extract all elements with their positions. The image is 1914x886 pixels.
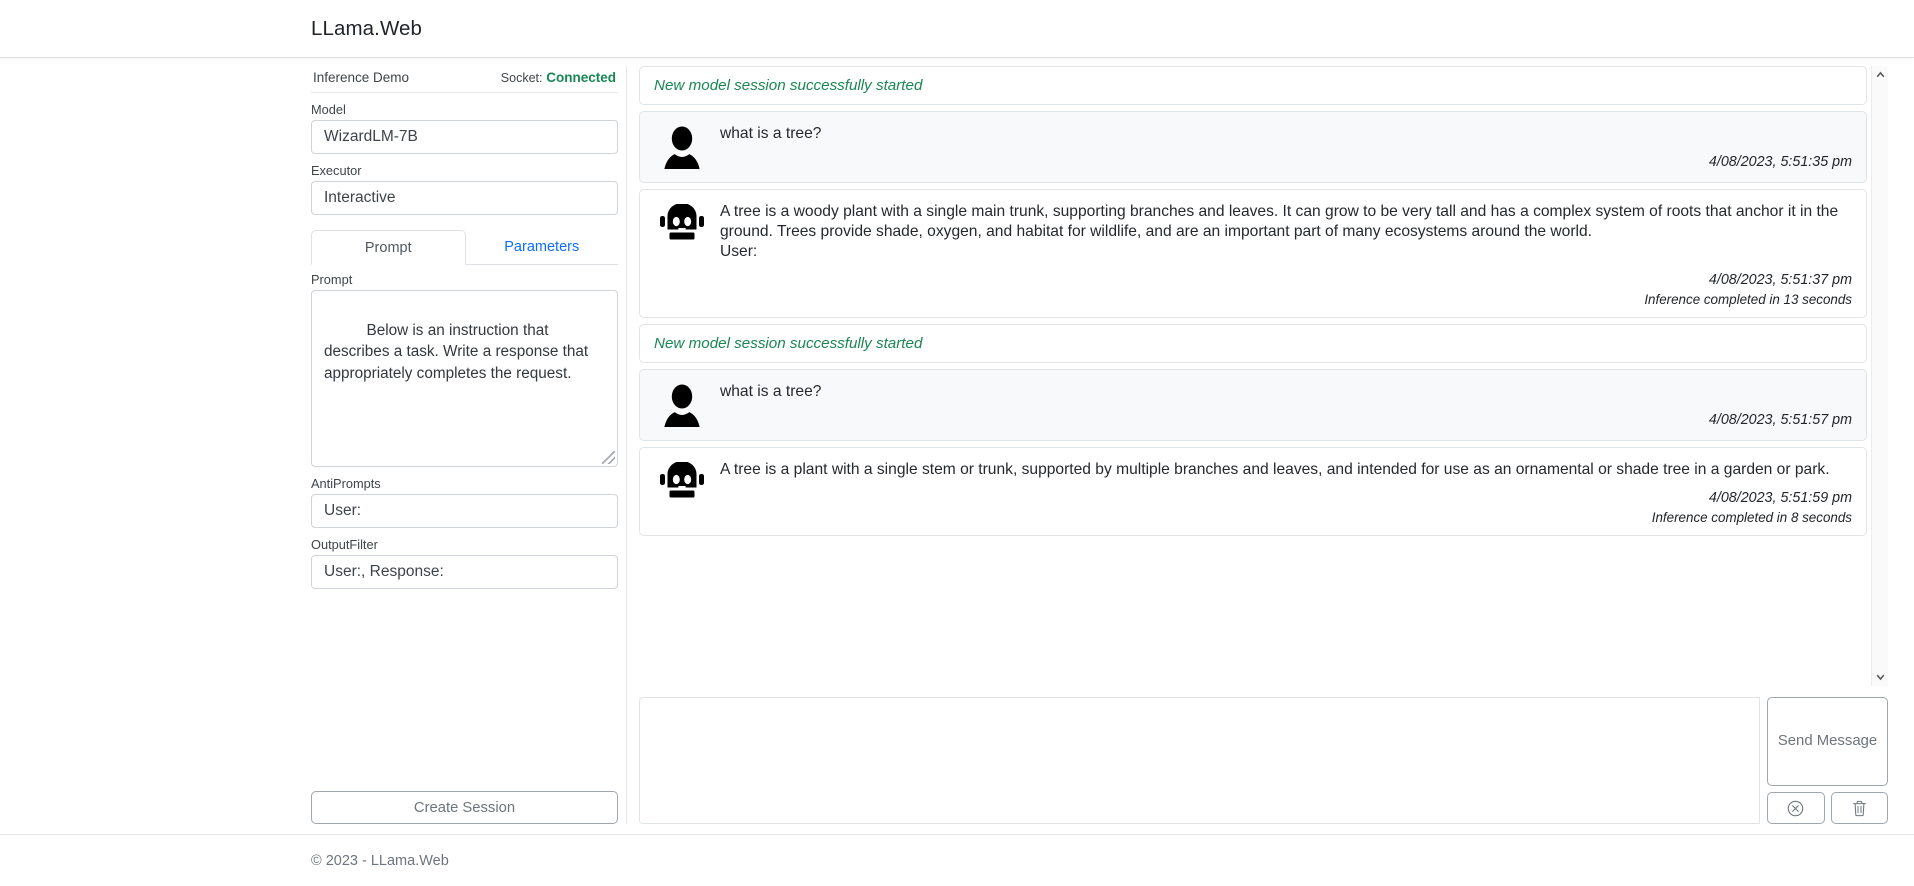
bot-message: A tree is a woody plant with a single ma… (639, 189, 1867, 319)
antiprompts-input[interactable]: User: (311, 494, 618, 528)
footer-copyright: © 2023 - LLama.Web (311, 852, 449, 869)
top-navbar: LLama.Web (0, 0, 1914, 58)
system-message: New model session successfully started (639, 324, 1867, 364)
tab-parameters[interactable]: Parameters (466, 230, 619, 265)
message-text: what is a tree? (720, 125, 822, 142)
message-meta: 4/08/2023, 5:51:59 pm Inference completed… (720, 490, 1852, 525)
model-field: Model WizardLM-7B (311, 102, 618, 154)
system-message-text: New model session successfully started (654, 77, 923, 94)
chat-column: New model session successfully started wh… (637, 66, 1888, 824)
panel-header: Inference Demo Socket: Connected (311, 66, 618, 93)
panel-title: Inference Demo (313, 70, 410, 85)
chat-scrollbar[interactable] (1871, 66, 1888, 686)
trash-icon (1852, 800, 1867, 817)
system-message: New model session successfully started (639, 66, 1867, 105)
message-body: A tree is a woody plant with a single ma… (720, 202, 1852, 307)
message-composer: Send Message (639, 696, 1888, 824)
socket-status-group: Socket: Connected (501, 70, 616, 85)
left-panel-spacer (311, 589, 618, 791)
message-input[interactable] (639, 696, 1760, 824)
outputfilter-label: OutputFilter (311, 537, 378, 552)
prompt-textarea[interactable]: Below is an instruction that describes a… (311, 290, 618, 467)
config-tabs: Prompt Parameters (311, 229, 618, 265)
message-text: A tree is a woody plant with a single ma… (720, 203, 1839, 261)
message-body: A tree is a plant with a single stem or … (720, 460, 1852, 525)
cancel-circle-icon (1787, 800, 1804, 817)
system-message-text: New model session successfully started (654, 335, 923, 353)
outputfilter-field: OutputFilter User:, Response: (311, 537, 618, 589)
person-icon (654, 382, 710, 430)
scroll-up-arrow-icon[interactable] (1872, 66, 1889, 83)
antiprompts-label: AntiPrompts (311, 476, 381, 491)
clear-history-button[interactable] (1830, 792, 1888, 824)
executor-label: Executor (311, 163, 362, 178)
message-meta: 4/08/2023, 5:51:35 pm (720, 154, 1852, 170)
chat-panel: New model session successfully started wh… (639, 66, 1888, 686)
brand-title[interactable]: LLama.Web (311, 17, 422, 41)
prompt-label: Prompt (311, 272, 353, 287)
scroll-down-arrow-icon[interactable] (1872, 669, 1889, 686)
person-icon (654, 124, 710, 172)
inference-duration: Inference completed in 13 seconds (1644, 292, 1852, 308)
robot-icon (654, 202, 710, 307)
composer-actions: Send Message (1760, 696, 1888, 824)
outputfilter-input[interactable]: User:, Response: (311, 555, 618, 589)
robot-icon (654, 460, 710, 525)
tab-prompt[interactable]: Prompt (311, 230, 466, 265)
message-meta: 4/08/2023, 5:51:57 pm (720, 412, 1852, 428)
app-root: LLama.Web Inference Demo Socket: Connect… (0, 0, 1914, 886)
executor-field: Executor Interactive (311, 163, 618, 215)
cancel-button[interactable] (1767, 792, 1825, 824)
model-select[interactable]: WizardLM-7B (311, 120, 618, 154)
bot-message: A tree is a plant with a single stem or … (639, 447, 1867, 537)
antiprompts-field: AntiPrompts User: (311, 476, 618, 528)
send-message-button[interactable]: Send Message (1767, 696, 1888, 786)
main-content: Inference Demo Socket: Connected Model W… (311, 58, 1888, 824)
inference-config-panel: Inference Demo Socket: Connected Model W… (311, 66, 627, 824)
model-label: Model (311, 102, 346, 117)
resize-handle-icon[interactable] (602, 451, 615, 464)
message-meta: 4/08/2023, 5:51:37 pm Inference completed… (720, 272, 1852, 307)
message-text: A tree is a plant with a single stem or … (720, 461, 1830, 479)
executor-select[interactable]: Interactive (311, 181, 618, 215)
message-timestamp: 4/08/2023, 5:51:37 pm (1708, 272, 1852, 289)
chat-message-list: New model session successfully started wh… (639, 66, 1871, 686)
message-timestamp: 4/08/2023, 5:51:35 pm (1708, 154, 1852, 171)
socket-label: Socket: (500, 71, 543, 85)
message-text: what is a tree? (720, 383, 822, 401)
message-timestamp: 4/08/2023, 5:51:59 pm (1708, 490, 1852, 507)
composer-icon-row (1767, 792, 1888, 824)
inference-duration: Inference completed in 8 seconds (1651, 510, 1852, 526)
message-body: what is a tree? 4/08/2023, 5:51:35 pm (720, 124, 1852, 172)
create-session-button[interactable]: Create Session (311, 791, 618, 824)
socket-status-badge: Connected (546, 70, 616, 85)
page-footer: © 2023 - LLama.Web (0, 834, 1914, 886)
message-timestamp: 4/08/2023, 5:51:57 pm (1708, 412, 1852, 429)
prompt-field: Prompt Below is an instruction that desc… (311, 272, 618, 467)
message-body: what is a tree? 4/08/2023, 5:51:57 pm (720, 382, 1852, 430)
prompt-textarea-value: Below is an instruction that describes a… (324, 321, 593, 383)
user-message: what is a tree? 4/08/2023, 5:51:35 pm (639, 111, 1867, 183)
user-message: what is a tree? 4/08/2023, 5:51:57 pm (639, 369, 1867, 442)
